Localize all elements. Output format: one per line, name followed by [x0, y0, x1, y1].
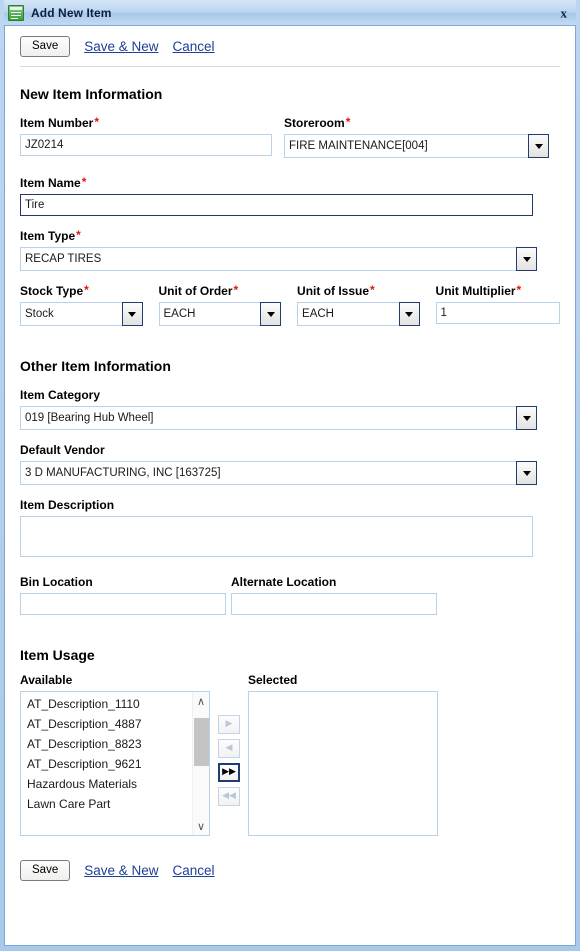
required-marker: * — [233, 283, 239, 297]
chevron-down-icon[interactable] — [121, 302, 143, 326]
list-item[interactable]: AT_Description_1110 — [21, 694, 209, 714]
selected-listbox[interactable] — [248, 691, 438, 836]
default-vendor-value: 3 D MANUFACTURING, INC [163725] — [20, 461, 516, 485]
required-marker: * — [516, 283, 522, 297]
save-and-new-link-bottom[interactable]: Save & New — [84, 863, 158, 878]
scroll-up-icon[interactable]: ∧ — [193, 692, 210, 710]
move-right-button: ▶ — [218, 715, 240, 734]
item-number-input[interactable] — [20, 134, 272, 156]
required-marker: * — [84, 283, 89, 297]
window-content: Save Save & New Cancel New Item Informat… — [4, 25, 576, 946]
label-alternate-location: Alternate Location — [231, 575, 337, 589]
label-unit-of-order: Unit of Order* — [158, 283, 239, 298]
chevron-down-icon[interactable] — [528, 134, 549, 158]
top-toolbar: Save Save & New Cancel — [20, 26, 560, 67]
save-button-bottom[interactable]: Save — [20, 860, 71, 881]
scroll-down-icon[interactable]: ∨ — [193, 817, 210, 835]
list-item[interactable]: AT_Description_4887 — [21, 714, 209, 734]
required-marker: * — [370, 283, 375, 297]
label-item-number: Item Number* — [20, 115, 100, 130]
unit-of-issue-value: EACH — [297, 302, 399, 326]
item-name-input[interactable] — [20, 194, 533, 216]
bin-location-input[interactable] — [20, 593, 226, 615]
list-item[interactable]: Lawn Care Part — [21, 794, 209, 814]
available-listbox[interactable]: AT_Description_1110 AT_Description_4887 AT… — [20, 691, 210, 836]
cancel-link-top[interactable]: Cancel — [173, 39, 215, 54]
list-document-icon — [8, 4, 24, 21]
label-default-vendor: Default Vendor — [20, 443, 105, 457]
item-category-value: 019 [Bearing Hub Wheel] — [20, 406, 516, 430]
available-scrollbar[interactable]: ∧ ∨ — [192, 692, 209, 835]
transfer-button-group: ▶ ◀ ▶▶ ◀◀ — [210, 673, 248, 836]
cancel-link-bottom[interactable]: Cancel — [173, 863, 215, 878]
section-item-usage: Item Usage — [20, 647, 95, 663]
required-marker: * — [345, 115, 351, 129]
chevron-down-icon[interactable] — [516, 461, 537, 485]
unit-multiplier-input[interactable] — [435, 302, 560, 324]
label-item-category: Item Category — [20, 388, 101, 402]
item-type-select[interactable]: RECAP TIRES — [20, 247, 537, 271]
unit-of-issue-select[interactable]: EACH — [297, 302, 420, 326]
list-item[interactable]: AT_Description_8823 — [21, 734, 209, 754]
label-item-name: Item Name* — [20, 175, 87, 190]
bottom-toolbar: Save Save & New Cancel — [20, 850, 560, 881]
label-available: Available — [20, 673, 73, 687]
label-unit-of-issue: Unit of Issue* — [297, 283, 375, 298]
move-left-button: ◀ — [218, 739, 240, 758]
label-bin-location: Bin Location — [20, 575, 93, 589]
section-new-item-information: New Item Information — [20, 86, 163, 102]
chevron-down-icon[interactable] — [516, 247, 537, 271]
unit-of-order-value: EACH — [158, 302, 261, 326]
list-item[interactable]: Hazardous Materials — [21, 774, 209, 794]
scrollbar-thumb[interactable] — [193, 718, 209, 766]
window-title: Add New Item — [31, 5, 112, 20]
label-selected: Selected — [248, 673, 298, 687]
move-all-right-button[interactable]: ▶▶ — [218, 763, 240, 782]
stock-type-select[interactable]: Stock — [20, 302, 143, 326]
move-all-left-button: ◀◀ — [218, 787, 240, 806]
save-and-new-link-top[interactable]: Save & New — [84, 39, 158, 54]
stock-type-value: Stock — [20, 302, 122, 326]
storeroom-select[interactable]: FIRE MAINTENANCE[004] — [284, 134, 549, 158]
add-new-item-window: Add New Item x Save Save & New Cancel Ne… — [0, 0, 580, 951]
section-other-item-information: Other Item Information — [20, 358, 171, 374]
required-marker: * — [94, 115, 100, 129]
label-item-type: Item Type* — [20, 228, 81, 243]
item-type-value: RECAP TIRES — [20, 247, 516, 271]
chevron-down-icon[interactable] — [398, 302, 420, 326]
label-item-description: Item Description — [20, 498, 115, 512]
available-list-items: AT_Description_1110 AT_Description_4887 AT… — [21, 692, 209, 814]
default-vendor-select[interactable]: 3 D MANUFACTURING, INC [163725] — [20, 461, 537, 485]
alternate-location-input[interactable] — [231, 593, 437, 615]
unit-of-order-select[interactable]: EACH — [158, 302, 282, 326]
save-button-top[interactable]: Save — [20, 36, 71, 57]
close-icon[interactable]: x — [561, 6, 568, 19]
item-description-textarea[interactable] — [20, 516, 533, 557]
window-titlebar: Add New Item x — [4, 0, 576, 25]
chevron-down-icon[interactable] — [516, 406, 537, 430]
scrollbar-track[interactable] — [193, 710, 210, 817]
selected-list-items — [249, 692, 437, 694]
list-item[interactable]: AT_Description_9621 — [21, 754, 209, 774]
required-marker: * — [81, 175, 87, 189]
required-marker: * — [76, 228, 81, 242]
label-stock-type: Stock Type* — [20, 283, 89, 298]
item-category-select[interactable]: 019 [Bearing Hub Wheel] — [20, 406, 537, 430]
label-unit-multiplier: Unit Multiplier* — [435, 283, 522, 298]
label-storeroom: Storeroom* — [284, 115, 351, 130]
chevron-down-icon[interactable] — [260, 302, 282, 326]
storeroom-value: FIRE MAINTENANCE[004] — [284, 134, 528, 158]
